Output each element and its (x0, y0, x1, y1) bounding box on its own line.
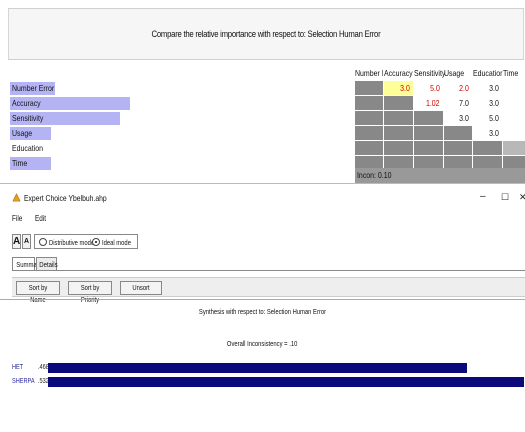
comparison-cell[interactable] (503, 141, 525, 156)
mode-radio-group: Distributive mode Ideal mode (34, 234, 138, 249)
col-header-education[interactable]: Education (473, 66, 503, 80)
comparison-cell[interactable]: 5.0 (414, 81, 444, 96)
overall-inconsistency: Overall Inconsistency = .10 (227, 339, 298, 348)
row-label-cell[interactable]: Number Error (10, 81, 353, 96)
maximize-button[interactable]: ☐ (501, 190, 509, 204)
comparison-cell[interactable] (355, 81, 384, 96)
row-label-cell[interactable]: Usage (10, 126, 353, 141)
comparison-cell[interactable]: 2.0 (444, 81, 473, 96)
comparison-cell[interactable]: 3.0 (473, 96, 503, 111)
comparison-value: 3.0 (459, 113, 469, 123)
row-label-cell[interactable]: Sensitivity (10, 111, 353, 126)
comparison-cell[interactable]: 3.0 (444, 111, 473, 126)
comparison-cell[interactable] (503, 81, 525, 96)
comparison-cell[interactable] (503, 126, 525, 141)
comparison-cell[interactable] (355, 126, 384, 141)
distributive-mode-radio[interactable] (39, 238, 47, 246)
comparison-cell[interactable] (503, 96, 525, 111)
comparison-cell[interactable] (414, 111, 444, 126)
comparison-value: 5.0 (489, 113, 499, 123)
row-label-cell[interactable]: Accuracy (10, 96, 353, 111)
font-smaller-button[interactable]: A (22, 234, 31, 249)
comparison-row[interactable]: Education (0, 141, 525, 156)
comparison-cell[interactable] (384, 96, 414, 111)
close-button[interactable]: ✕ (519, 190, 525, 204)
comparison-row[interactable]: Number Error 3.0 5.0 2.0 3.0 (0, 81, 525, 96)
unsort-button[interactable]: Unsort (120, 281, 162, 295)
comparison-value: 3.0 (489, 128, 499, 138)
comparison-cell[interactable] (414, 141, 444, 156)
comparison-row[interactable]: Sensitivity 3.0 5.0 (0, 111, 525, 126)
row-label: Time (12, 158, 28, 168)
comparison-row[interactable]: Accuracy 1.02 7.0 3.0 (0, 96, 525, 111)
row-label-cell[interactable]: Education (10, 141, 353, 156)
inconsistency-label: Incon: 0.10 (357, 170, 392, 180)
results-divider (0, 299, 525, 300)
comparison-cell[interactable] (355, 111, 384, 126)
comparison-cell[interactable]: 3.0 (384, 81, 414, 96)
comparison-value: 3.0 (489, 98, 499, 108)
comparison-cell[interactable] (355, 141, 384, 156)
row-label: Accuracy (12, 98, 41, 108)
sort-toolbar: Sort by Name Sort by Priority Unsort (12, 277, 525, 304)
distributive-mode-label[interactable]: Distributive mode (49, 235, 94, 250)
result-row: HET .468 (12, 362, 525, 374)
comparison-cell[interactable] (384, 141, 414, 156)
result-name: HET (12, 364, 24, 371)
menu-bar: File Edit (12, 213, 57, 225)
row-label-cell[interactable]: Time (10, 156, 353, 171)
col-header-accuracy[interactable]: Accuracy (384, 66, 414, 80)
tab-summary[interactable]: Summary (12, 257, 42, 271)
comparison-cell[interactable] (444, 141, 473, 156)
col-header-sensitivity[interactable]: Sensitivity (414, 66, 445, 80)
comparison-cell[interactable]: 3.0 (473, 81, 503, 96)
ideal-mode-label[interactable]: Ideal mode (102, 235, 131, 250)
minimize-button[interactable]: – (480, 190, 486, 204)
result-row: SHERPA .532 (12, 376, 525, 388)
comparison-cell[interactable]: 5.0 (473, 111, 503, 126)
comparison-value: 1.02 (426, 98, 440, 108)
result-bar (48, 377, 524, 387)
comparison-cell[interactable] (384, 111, 414, 126)
tabs-divider (12, 270, 525, 271)
comparison-cell[interactable]: 1.02 (414, 96, 444, 111)
col-header-time[interactable]: Time (503, 66, 523, 80)
comparison-cell[interactable] (355, 96, 384, 111)
comparison-row[interactable]: Usage 3.0 (0, 126, 525, 141)
comparison-value: 5.0 (430, 83, 440, 93)
comparison-cell[interactable]: 3.0 (473, 126, 503, 141)
comparison-value: 2.0 (459, 83, 469, 93)
result-bar (48, 363, 467, 373)
row-label: Sensitivity (12, 113, 44, 123)
row-label: Usage (12, 128, 33, 138)
comparison-cell[interactable] (444, 126, 473, 141)
comparison-value: 7.0 (459, 98, 469, 108)
comparison-cell[interactable] (384, 126, 414, 141)
comparison-value: 3.0 (400, 83, 410, 93)
comparison-title: Compare the relative importance with res… (151, 29, 381, 39)
comparison-value: 3.0 (489, 83, 499, 93)
tab-details[interactable]: Details (36, 257, 58, 271)
row-label: Number Error (12, 83, 55, 93)
row-label: Education (12, 143, 44, 153)
result-name: SHERPA (12, 378, 35, 385)
font-larger-button[interactable]: A (12, 234, 21, 249)
col-header-number-error[interactable]: Number Err (355, 66, 383, 80)
ideal-mode-radio[interactable] (92, 238, 100, 246)
comparison-cell[interactable]: 7.0 (444, 96, 473, 111)
comparison-title-bar: Compare the relative importance with res… (8, 8, 524, 60)
window-title: Expert Choice Ybelbuh.ahp (24, 193, 107, 203)
expert-choice-icon (12, 193, 21, 202)
col-header-usage[interactable]: Usage (444, 66, 469, 80)
comparison-cell[interactable] (414, 126, 444, 141)
sort-by-priority-button[interactable]: Sort by Priority (68, 281, 112, 304)
synthesis-title: Synthesis with respect to: Selection Hum… (198, 307, 327, 316)
comparison-header-row: Number Err Accuracy Sensitivity Usage Ed… (0, 66, 525, 80)
menu-edit[interactable]: Edit (35, 213, 46, 225)
pairwise-comparison-panel: Compare the relative importance with res… (0, 0, 525, 184)
comparison-cell[interactable] (503, 111, 525, 126)
menu-file[interactable]: File (12, 213, 22, 225)
comparison-cell[interactable] (473, 141, 503, 156)
sort-by-name-button[interactable]: Sort by Name (16, 281, 60, 304)
